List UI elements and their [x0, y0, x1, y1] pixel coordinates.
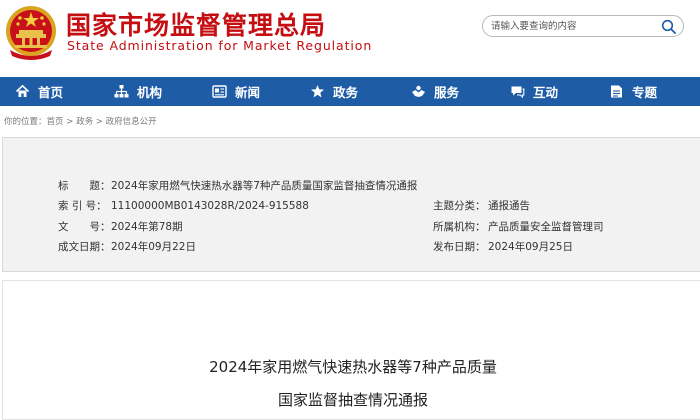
meta-published-date-value: 2024年09月25日: [488, 241, 573, 253]
meta-created-date-value: 2024年09月22日: [111, 241, 196, 253]
meta-subject-label: 主题分类：: [433, 200, 486, 212]
site-name[interactable]: 国家市场监督管理总局: [66, 6, 326, 42]
special-topic-icon: [611, 85, 622, 98]
meta-doc-number-label: 文 号：: [58, 221, 111, 233]
meta-subject-row: 主题分类： 通报通告: [433, 198, 530, 213]
breadcrumb-prefix: 你的位置：: [4, 117, 47, 127]
document-metadata-panel: 标 题：2024年家用燃气快速热水器等7种产品质量国家监督抽查情况通报 索 引 …: [2, 137, 700, 272]
interaction-icon: [511, 86, 525, 99]
nav-item-home[interactable]: 首页: [15, 77, 63, 106]
meta-doc-number-value: 2024年第78期: [111, 221, 183, 233]
nav-item-news[interactable]: 新闻: [212, 77, 260, 106]
article-title-line-1: 2024年家用燃气快速热水器等7种产品质量: [209, 358, 497, 376]
meta-index-label: 索 引 号：: [58, 200, 107, 212]
nav-item-government-affairs[interactable]: 政务: [310, 77, 358, 106]
meta-title-value: 2024年家用燃气快速热水器等7种产品质量国家监督抽查情况通报: [111, 180, 418, 192]
nav-item-label: 机构: [137, 85, 163, 100]
nav-item-label: 新闻: [235, 85, 261, 100]
service-icon: [412, 85, 425, 97]
national-emblem-icon[interactable]: [4, 4, 58, 60]
nav-item-label: 首页: [38, 85, 64, 100]
search-input[interactable]: [491, 19, 657, 34]
nav-item-label: 服务: [434, 85, 460, 100]
nav-item-label: 专题: [632, 85, 658, 100]
site-name-english[interactable]: State Administration for Market Regulati…: [67, 38, 372, 53]
nav-item-interaction[interactable]: 互动: [510, 77, 558, 106]
meta-published-date-row: 发布日期： 2024年09月25日: [433, 239, 573, 254]
breadcrumb-separator: >: [93, 117, 106, 127]
meta-index-row: 索 引 号： 11100000MB0143028R/2024-915588: [58, 198, 309, 213]
nav-item-service[interactable]: 服务: [411, 77, 459, 106]
meta-subject-value: 通报通告: [488, 200, 530, 212]
article-body: 2024年家用燃气快速热水器等7种产品质量 国家监督抽查情况通报: [2, 280, 700, 420]
organization-icon: [114, 85, 129, 98]
breadcrumb-separator: >: [63, 117, 77, 127]
nav-item-label: 政务: [333, 85, 359, 100]
home-icon: [15, 84, 30, 97]
meta-title-label: 标 题：: [58, 180, 111, 192]
article-title-line-2: 国家监督抽查情况通报: [277, 391, 428, 409]
breadcrumb: 你的位置：首页 > 政务 > 政府信息公开: [4, 115, 157, 127]
search-icon[interactable]: [661, 19, 677, 34]
news-icon: [212, 85, 227, 98]
meta-doc-number-row: 文 号：2024年第78期: [58, 219, 183, 234]
meta-title-row: 标 题：2024年家用燃气快速热水器等7种产品质量国家监督抽查情况通报: [58, 178, 417, 193]
nav-item-special-topic[interactable]: 专题: [609, 77, 657, 106]
meta-published-date-label: 发布日期：: [433, 241, 486, 253]
site-header: 国家市场监督管理总局 State Administration for Mark…: [0, 0, 700, 76]
nav-item-organization[interactable]: 机构: [114, 77, 162, 106]
breadcrumb-info-disclosure-link[interactable]: 政府信息公开: [106, 117, 157, 127]
government-affairs-icon: [311, 85, 324, 98]
meta-created-date-label: 成文日期：: [58, 241, 111, 253]
meta-index-value: 11100000MB0143028R/2024-915588: [111, 200, 309, 212]
search-box: [482, 15, 684, 37]
breadcrumb-government-affairs-link[interactable]: 政务: [76, 117, 93, 127]
main-nav: 首页 机构 新闻 政务 服务 互动 专题: [0, 77, 700, 106]
breadcrumb-home-link[interactable]: 首页: [47, 117, 64, 127]
meta-organization-label: 所属机构：: [433, 221, 486, 233]
nav-item-label: 互动: [533, 85, 559, 100]
meta-organization-value: 产品质量安全监督管理司: [488, 221, 604, 233]
meta-organization-row: 所属机构： 产品质量安全监督管理司: [433, 219, 604, 234]
meta-created-date-row: 成文日期：2024年09月22日: [58, 239, 196, 254]
